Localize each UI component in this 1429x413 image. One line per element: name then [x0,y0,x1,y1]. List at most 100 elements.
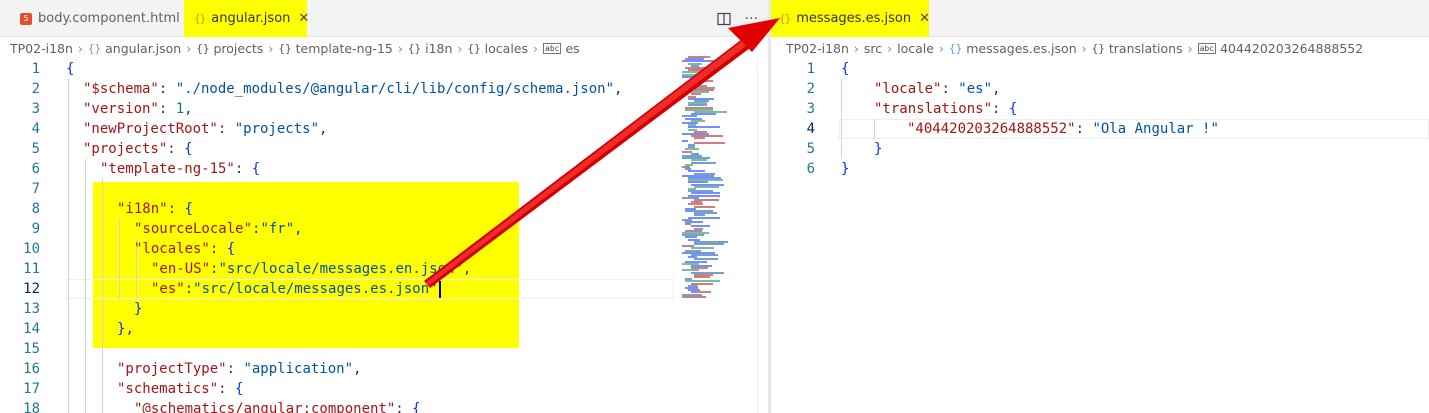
code-token: "404420203264888552" [907,121,1076,137]
code-token: , [294,221,303,237]
breadcrumb-label: projects [213,40,264,56]
minimap-line [682,295,706,298]
minimap-line [694,141,725,144]
code-token: "Ola Angular !" [1092,121,1219,137]
object-symbol-icon: {} [196,41,210,55]
code-line: 9 "sourceLocale":"fr", [0,219,768,239]
close-icon[interactable]: ✕ [298,11,309,26]
code-token: { [66,61,75,77]
line-number: 4 [31,121,40,137]
code-token: "projectType" [117,361,227,377]
json-braces-icon: {} [194,12,206,25]
chevron-right-icon: › [887,40,893,56]
right-tab-bar: {} messages.es.json ✕ [771,0,1429,37]
line-number: 13 [23,301,40,317]
line-number: 18 [23,401,40,413]
code-line: 2 "locale": "es", [771,79,1429,99]
json-braces-icon: {} [779,12,791,25]
right-code-editor[interactable]: 1{2 "locale": "es", 3 "translations": {4 "40… [771,59,1429,413]
tab-body-component-html[interactable]: 5 body.component.html [8,0,180,37]
chevron-right-icon: › [1187,40,1193,56]
vertical-scrollbar[interactable] [757,59,768,413]
code-text: "projects": { [83,139,193,159]
code-text: } [841,159,849,179]
object-symbol-icon: {} [948,41,963,55]
code-token: , [614,81,623,97]
chevron-right-icon: › [938,40,944,56]
code-token: : [209,241,227,257]
code-token: "locale" [874,81,942,97]
code-token: : [218,381,236,397]
breadcrumb-label: 404420203264888552 [1220,40,1364,56]
minimap-line [694,205,715,208]
code-token: : [167,201,185,217]
tab-angular-json[interactable]: {} angular.json ✕ [184,0,309,37]
tab-messages-es-json[interactable]: {} messages.es.json ✕ [771,0,930,37]
breadcrumb-item[interactable]: › {} angular.json [73,41,181,56]
left-code-editor[interactable]: 1{2 "$schema": "./node_modules/@angular/c… [0,59,768,413]
breadcrumb-item[interactable]: › {} locales [452,41,528,56]
left-editor-group: 5 body.component.html {} angular.json ✕ … [0,0,768,413]
code-token: "projects" [83,141,168,157]
split-editor-icon[interactable] [717,12,731,26]
code-text: "sourceLocale":"fr", [134,219,303,239]
code-text: "i18n": { [117,199,193,219]
code-token: { [841,61,850,77]
breadcrumb-item[interactable]: › {} messages.es.json [934,41,1077,56]
line-number: 11 [23,261,40,277]
code-line: 16 "projectType": "application", [0,359,768,379]
code-token: : [158,101,176,117]
object-symbol-icon: {} [407,41,422,55]
minimap-line [694,185,719,188]
string-symbol-icon: abc [1197,42,1217,54]
code-token: : [167,141,185,157]
code-text: "404420203264888552": "Ola Angular !" [907,119,1219,139]
breadcrumb-item[interactable]: › abc es [528,41,580,56]
line-number: 9 [31,221,40,237]
breadcrumb-item[interactable]: › {} i18n [393,41,453,56]
minimap[interactable] [678,56,740,306]
code-text: "version": 1, [83,99,193,119]
code-token: "translations" [874,101,993,117]
code-line: 8 "i18n": { [0,199,768,219]
left-tab-bar: 5 body.component.html {} angular.json ✕ … [0,0,768,37]
breadcrumb-item[interactable]: TP02-i18n [10,41,73,56]
code-token: { [226,241,236,257]
breadcrumb-item[interactable]: › locale [882,41,934,56]
line-number: 2 [806,81,815,97]
breadcrumb-label: template-ng-15 [295,40,393,56]
code-token: : [941,81,959,97]
object-symbol-icon: {} [1091,41,1105,55]
code-token: { [184,201,193,217]
breadcrumb-item[interactable]: TP02-i18n [786,41,849,56]
object-symbol-icon: {} [467,41,481,55]
breadcrumb-item[interactable]: › {} translations [1077,41,1183,56]
code-token: "@schematics/angular:component" [134,401,396,413]
code-text: "en-US":"src/locale/messages.en.json", [151,259,471,279]
breadcrumb-item[interactable]: › {} projects [181,41,263,56]
close-icon[interactable]: ✕ [919,11,930,26]
breadcrumb-item[interactable]: › abc 404420203264888552 [1183,41,1364,56]
breadcrumb-label: locales [484,40,529,56]
more-actions-icon[interactable]: ··· [745,11,758,27]
code-token: { [412,401,421,413]
code-text: "newProjectRoot": "projects", [83,119,327,139]
breadcrumb-item[interactable]: › src [849,41,882,56]
code-token: : [184,281,194,297]
code-token: "newProjectRoot" [83,121,218,137]
code-text: }, [117,319,134,339]
breadcrumb-label: TP02-i18n [10,40,73,56]
line-number: 17 [23,381,40,397]
minimap-line [694,243,724,245]
html5-icon: 5 [20,12,32,25]
minimap-line [682,139,688,142]
code-token: "sourceLocale" [134,221,253,237]
code-token: { [251,161,261,177]
code-token: "fr" [260,221,295,237]
code-token: "i18n" [117,201,168,217]
tab-label: angular.json [211,11,291,26]
breadcrumb-item[interactable]: › {} template-ng-15 [263,41,392,56]
line-number: 6 [806,161,815,177]
code-token: "src/locale/messages.es.json" [193,281,438,297]
code-token: "template-ng-15" [100,161,235,177]
